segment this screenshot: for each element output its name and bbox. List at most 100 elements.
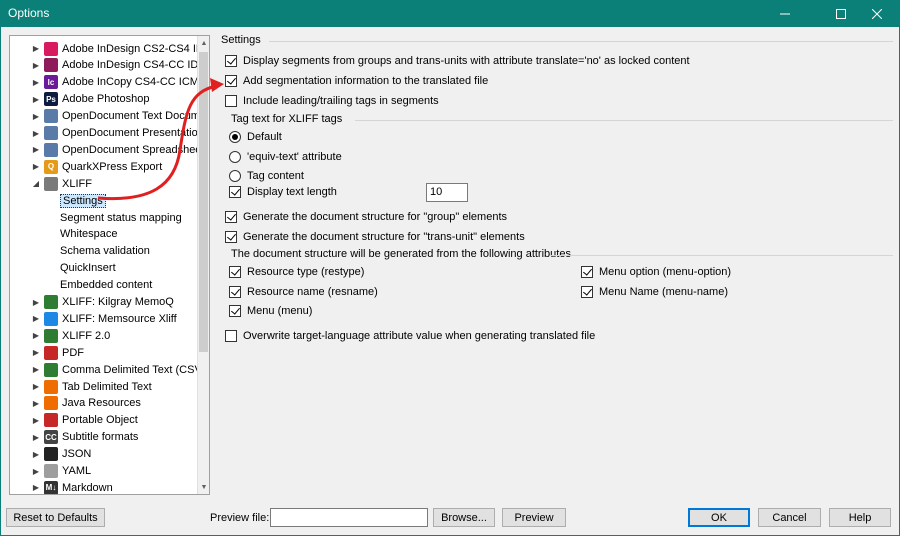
tree-scrollbar[interactable]: ▲ ▼ [197, 36, 209, 494]
expand-arrow-icon[interactable]: ▶ [32, 361, 40, 378]
expand-arrow-icon[interactable]: ▶ [32, 412, 40, 429]
display-locked-checkbox[interactable]: Display segments from groups and trans-u… [225, 55, 690, 67]
tree-child-item[interactable]: Whitespace [60, 226, 117, 243]
include-tags-checkbox[interactable]: Include leading/trailing tags in segment… [225, 95, 439, 107]
expand-arrow-icon[interactable]: ▶ [32, 74, 40, 91]
preview-file-input[interactable] [270, 508, 428, 527]
tree-item[interactable]: ▶ CC Subtitle formats [32, 429, 138, 446]
tree-item[interactable]: ▶ XLIFF 2.0 [32, 327, 110, 344]
tree-item[interactable]: ▶ Comma Delimited Text (CSV) [32, 361, 198, 378]
display-locked-box[interactable] [225, 55, 237, 67]
overwrite-target-label: Overwrite target-language attribute valu… [243, 330, 596, 342]
expand-arrow-icon[interactable]: ▶ [32, 463, 40, 480]
menu-box[interactable] [229, 305, 241, 317]
tree-item[interactable]: ▶ Q QuarkXPress Export [32, 158, 162, 175]
tree-item[interactable]: ◢ XLIFF [32, 175, 92, 192]
menu-name-box[interactable] [581, 286, 593, 298]
tree-item[interactable]: ▶ Ps Adobe Photoshop [32, 91, 149, 108]
ok-button[interactable]: OK [688, 508, 750, 527]
tree-item[interactable]: ▶ OpenDocument Presentation ( [32, 125, 198, 142]
tree-child-item[interactable]: Segment status mapping [60, 209, 182, 226]
tree-item[interactable]: ▶ Ic Adobe InCopy CS4-CC ICML [32, 74, 198, 91]
tree-item[interactable]: ▶ JSON [32, 446, 91, 463]
default-radio[interactable]: Default [229, 131, 282, 143]
tree-item[interactable]: ▶ XLIFF: Kilgray MemoQ [32, 294, 174, 311]
gen-trans-unit-checkbox[interactable]: Generate the document structure for "tra… [225, 231, 525, 243]
scroll-up-icon[interactable]: ▲ [198, 36, 209, 50]
tree-item[interactable]: ▶ Java Resources [32, 395, 141, 412]
expand-arrow-icon[interactable]: ▶ [32, 378, 40, 395]
browse-button[interactable]: Browse... [433, 508, 495, 527]
minimize-button[interactable] [762, 0, 808, 27]
add-segmentation-box[interactable] [225, 75, 237, 87]
close-button[interactable] [854, 0, 900, 27]
default-radio-dot[interactable] [229, 131, 241, 143]
tree-child-item[interactable]: Settings [60, 192, 106, 209]
expand-arrow-icon[interactable]: ▶ [32, 429, 40, 446]
tree-item[interactable]: ▶ PDF [32, 344, 84, 361]
overwrite-target-checkbox[interactable]: Overwrite target-language attribute valu… [225, 330, 595, 342]
tree-child-item[interactable]: Schema validation [60, 243, 150, 260]
tree-item-label: Embedded content [60, 279, 153, 292]
tree-child-item[interactable]: QuickInsert [60, 260, 116, 277]
resource-type-box[interactable] [229, 266, 241, 278]
reset-to-defaults-button[interactable]: Reset to Defaults [6, 508, 105, 527]
tree-item[interactable]: ▶ M↓ Markdown [32, 479, 113, 494]
expand-arrow-icon[interactable]: ▶ [32, 125, 40, 142]
expand-arrow-icon[interactable]: ▶ [32, 108, 40, 125]
display-length-box[interactable] [229, 186, 241, 198]
tree-item[interactable]: ▶ OpenDocument Spreadsheet ( [32, 141, 198, 158]
gen-group-label: Generate the document structure for "gro… [243, 211, 508, 223]
tree-item[interactable]: ▶ Tab Delimited Text [32, 378, 152, 395]
gen-trans-unit-box[interactable] [225, 231, 237, 243]
expand-arrow-icon[interactable]: ▶ [32, 57, 40, 74]
tree-item[interactable]: ▶ Adobe InDesign CS2-CS4 INX [32, 40, 198, 57]
tree-child-item[interactable]: Embedded content [60, 277, 152, 294]
menu-option-checkbox[interactable]: Menu option (menu-option) [581, 266, 731, 278]
tree-item[interactable]: ▶ XLIFF: Memsource Xliff [32, 310, 177, 327]
menu-checkbox[interactable]: Menu (menu) [229, 305, 312, 317]
tree-item-label: OpenDocument Spreadsheet ( [62, 143, 198, 156]
expand-arrow-icon[interactable]: ▶ [32, 446, 40, 463]
expand-arrow-icon[interactable]: ▶ [32, 310, 40, 327]
display-length-checkbox[interactable]: Display text length [229, 186, 337, 198]
equiv-text-radio-dot[interactable] [229, 151, 241, 163]
menu-option-box[interactable] [581, 266, 593, 278]
resource-type-checkbox[interactable]: Resource type (restype) [229, 266, 364, 278]
expand-arrow-icon[interactable]: ▶ [32, 344, 40, 361]
cancel-button[interactable]: Cancel [758, 508, 821, 527]
expand-arrow-icon[interactable]: ▶ [32, 294, 40, 311]
menu-name-checkbox[interactable]: Menu Name (menu-name) [581, 286, 728, 298]
expand-arrow-icon[interactable]: ▶ [32, 395, 40, 412]
expand-arrow-icon[interactable]: ▶ [32, 327, 40, 344]
overwrite-target-box[interactable] [225, 330, 237, 342]
tree-item[interactable]: ▶ OpenDocument Text Document [32, 108, 198, 125]
expand-arrow-icon[interactable]: ▶ [32, 91, 40, 108]
expand-arrow-icon[interactable]: ▶ [32, 141, 40, 158]
tree-item-label: Schema validation [60, 245, 150, 258]
settings-panel: Settings Display segments from groups an… [217, 34, 893, 495]
expand-arrow-icon[interactable]: ▶ [32, 40, 40, 57]
scroll-thumb[interactable] [199, 52, 208, 352]
add-segmentation-checkbox[interactable]: Add segmentation information to the tran… [225, 75, 488, 87]
tag-content-radio[interactable]: Tag content [229, 170, 304, 182]
expand-arrow-icon[interactable]: ▶ [32, 479, 40, 494]
equiv-text-radio[interactable]: 'equiv-text' attribute [229, 151, 342, 163]
help-button[interactable]: Help [829, 508, 891, 527]
subtitle-icon: CC [44, 430, 58, 445]
preview-button[interactable]: Preview [502, 508, 566, 527]
scroll-down-icon[interactable]: ▼ [198, 480, 209, 494]
display-length-input[interactable]: 10 [426, 183, 468, 202]
tree-item[interactable]: ▶ Adobe InDesign CS4-CC IDML [32, 57, 198, 74]
include-tags-box[interactable] [225, 95, 237, 107]
gen-group-checkbox[interactable]: Generate the document structure for "gro… [225, 211, 507, 223]
expand-arrow-icon[interactable]: ▶ [32, 158, 40, 175]
expand-arrow-icon[interactable]: ◢ [32, 175, 40, 192]
incopy-icon: Ic [44, 75, 58, 90]
resource-name-checkbox[interactable]: Resource name (resname) [229, 286, 378, 298]
resource-name-box[interactable] [229, 286, 241, 298]
tree-item[interactable]: ▶ YAML [32, 463, 91, 480]
tag-content-radio-dot[interactable] [229, 170, 241, 182]
tree-item[interactable]: ▶ Portable Object [32, 412, 138, 429]
gen-group-box[interactable] [225, 211, 237, 223]
